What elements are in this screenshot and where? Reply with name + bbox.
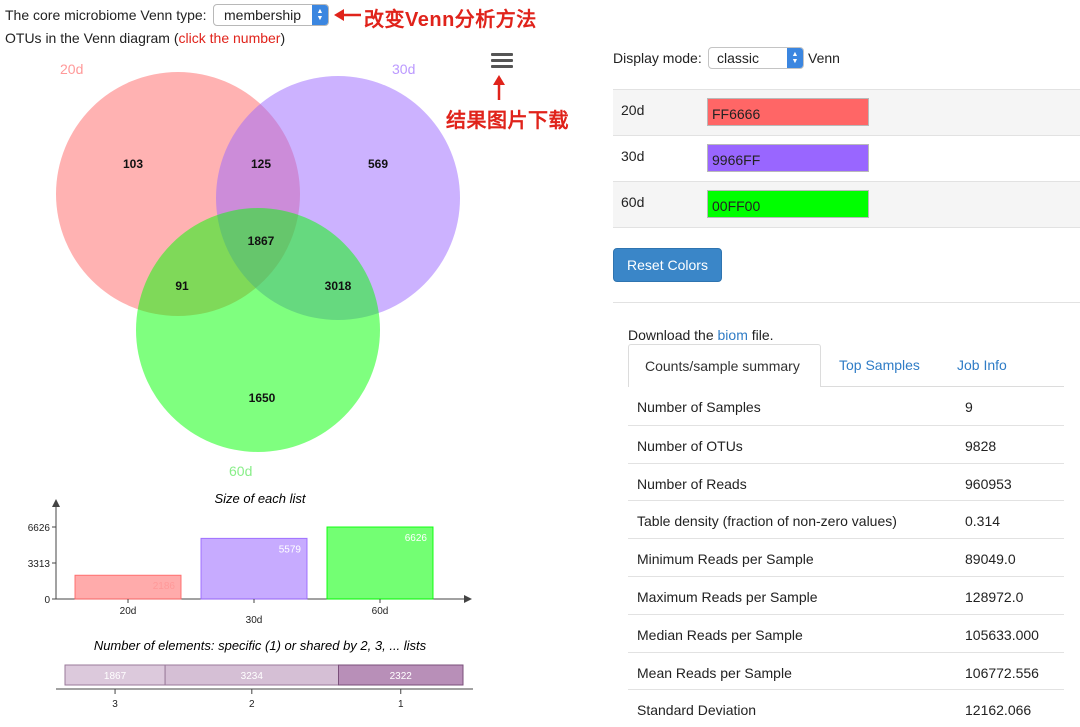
y-tick-label: 6626 xyxy=(28,523,51,534)
venn-type-label: The core microbiome Venn type: xyxy=(5,7,207,23)
shared-bar-value: 3234 xyxy=(241,671,264,682)
left-arrow-icon xyxy=(334,9,361,21)
venn-count-only-30d[interactable]: 569 xyxy=(368,157,388,171)
venn-label-30d: 30d xyxy=(392,61,415,77)
table-row: Maximum Reads per Sample 128972.0 xyxy=(628,575,1064,614)
reset-colors-button[interactable]: Reset Colors xyxy=(613,248,722,282)
tab-job-info[interactable]: Job Info xyxy=(941,344,1023,387)
venn-count-20d-60d[interactable]: 91 xyxy=(175,279,189,293)
up-arrow-icon xyxy=(493,75,505,100)
y-tick-label: 0 xyxy=(44,595,50,606)
summary-tabs: Counts/sample summary Top Samples Job In… xyxy=(628,344,1064,387)
color-row-20d: 20d FF6666 xyxy=(613,89,1080,135)
click-number-hint: click the number xyxy=(178,30,281,46)
x-tick-label: 1 xyxy=(398,699,404,710)
shared-elements-chart-title: Number of elements: specific (1) or shar… xyxy=(94,638,427,653)
y-tick-label: 3313 xyxy=(28,559,51,570)
color-row-name: 60d xyxy=(621,194,645,210)
venn-diagram: 103 125 569 1867 91 3018 1650 20d 30d 60… xyxy=(56,61,460,479)
annotation-download: 结果图片下载 xyxy=(446,110,569,132)
bar-value-label: 2186 xyxy=(153,581,176,592)
table-row: Number of Reads 960953 xyxy=(628,462,1064,501)
divider xyxy=(613,302,1080,303)
color-row-name: 30d xyxy=(621,148,645,164)
table-row: Number of OTUs 9828 xyxy=(628,424,1064,463)
x-tick-label: 60d xyxy=(372,606,389,617)
bar-value-label: 5579 xyxy=(279,544,302,555)
display-mode-select[interactable]: classic ▲ ▼ xyxy=(708,47,804,69)
select-arrows-icon: ▲ ▼ xyxy=(312,5,328,25)
display-mode-suffix: Venn xyxy=(808,50,840,66)
color-table: 20d FF6666 30d 9966FF 60d 00FF00 xyxy=(613,89,1080,227)
color-row-30d: 30d 9966FF xyxy=(613,135,1080,181)
summary-table: Number of Samples 9 Number of OTUs 9828 Nu… xyxy=(628,387,1064,727)
venn-label-20d: 20d xyxy=(60,61,83,77)
color-input-20d[interactable]: FF6666 xyxy=(707,98,869,126)
venn-label-60d: 60d xyxy=(229,463,252,479)
tab-top-samples[interactable]: Top Samples xyxy=(823,344,936,387)
display-mode-label: Display mode: xyxy=(613,50,702,66)
color-input-60d[interactable]: 00FF00 xyxy=(707,190,869,218)
color-row-60d: 60d 00FF00 xyxy=(613,181,1080,227)
divider xyxy=(613,227,1080,228)
tab-counts-summary[interactable]: Counts/sample summary xyxy=(628,344,821,387)
table-row: Standard Deviation 12162.066 xyxy=(628,689,1064,727)
y-axis-arrow xyxy=(52,499,60,507)
venn-count-only-60d[interactable]: 1650 xyxy=(249,391,276,405)
otu-instruction: OTUs in the Venn diagram (click the numb… xyxy=(5,30,286,46)
bar-value-label: 6626 xyxy=(405,533,428,544)
table-row: Minimum Reads per Sample 89049.0 xyxy=(628,538,1064,576)
venn-type-selected: membership xyxy=(224,7,302,23)
display-mode-selected: classic xyxy=(717,50,760,66)
table-row: Mean Reads per Sample 106772.556 xyxy=(628,651,1064,690)
annotation-change-venn: 改变Venn分析方法 xyxy=(364,9,537,31)
select-arrows-icon: ▲ ▼ xyxy=(787,48,803,68)
x-tick-label: 3 xyxy=(112,699,118,710)
x-axis-arrow xyxy=(464,595,472,603)
x-tick-label: 2 xyxy=(249,699,255,710)
venn-count-only-20d[interactable]: 103 xyxy=(123,157,143,171)
venn-count-all[interactable]: 1867 xyxy=(248,234,275,248)
venn-count-20d-30d[interactable]: 125 xyxy=(251,157,271,171)
hamburger-menu-icon[interactable] xyxy=(491,53,513,71)
x-tick-label: 20d xyxy=(120,606,137,617)
venn-count-30d-60d[interactable]: 3018 xyxy=(325,279,352,293)
table-row: Median Reads per Sample 105633.000 xyxy=(628,613,1064,652)
x-tick-label: 30d xyxy=(246,615,263,626)
list-size-chart: Size of each list 6626 3313 0 2186 20d 5579 30… xyxy=(28,491,472,626)
biom-download-link[interactable]: biom xyxy=(718,327,748,343)
shared-bar-value: 1867 xyxy=(104,671,127,682)
shared-bar-value: 2322 xyxy=(390,671,413,682)
venn-type-select[interactable]: membership ▲ ▼ xyxy=(213,4,329,26)
list-size-chart-title: Size of each list xyxy=(214,491,306,506)
color-row-name: 20d xyxy=(621,102,645,118)
table-row: Number of Samples 9 xyxy=(637,399,973,415)
download-biom-line: Download the biom file. xyxy=(628,327,774,343)
table-row: Table density (fraction of non-zero valu… xyxy=(628,500,1064,538)
shared-elements-chart: Number of elements: specific (1) or shar… xyxy=(56,638,473,710)
color-input-30d[interactable]: 9966FF xyxy=(707,144,869,172)
